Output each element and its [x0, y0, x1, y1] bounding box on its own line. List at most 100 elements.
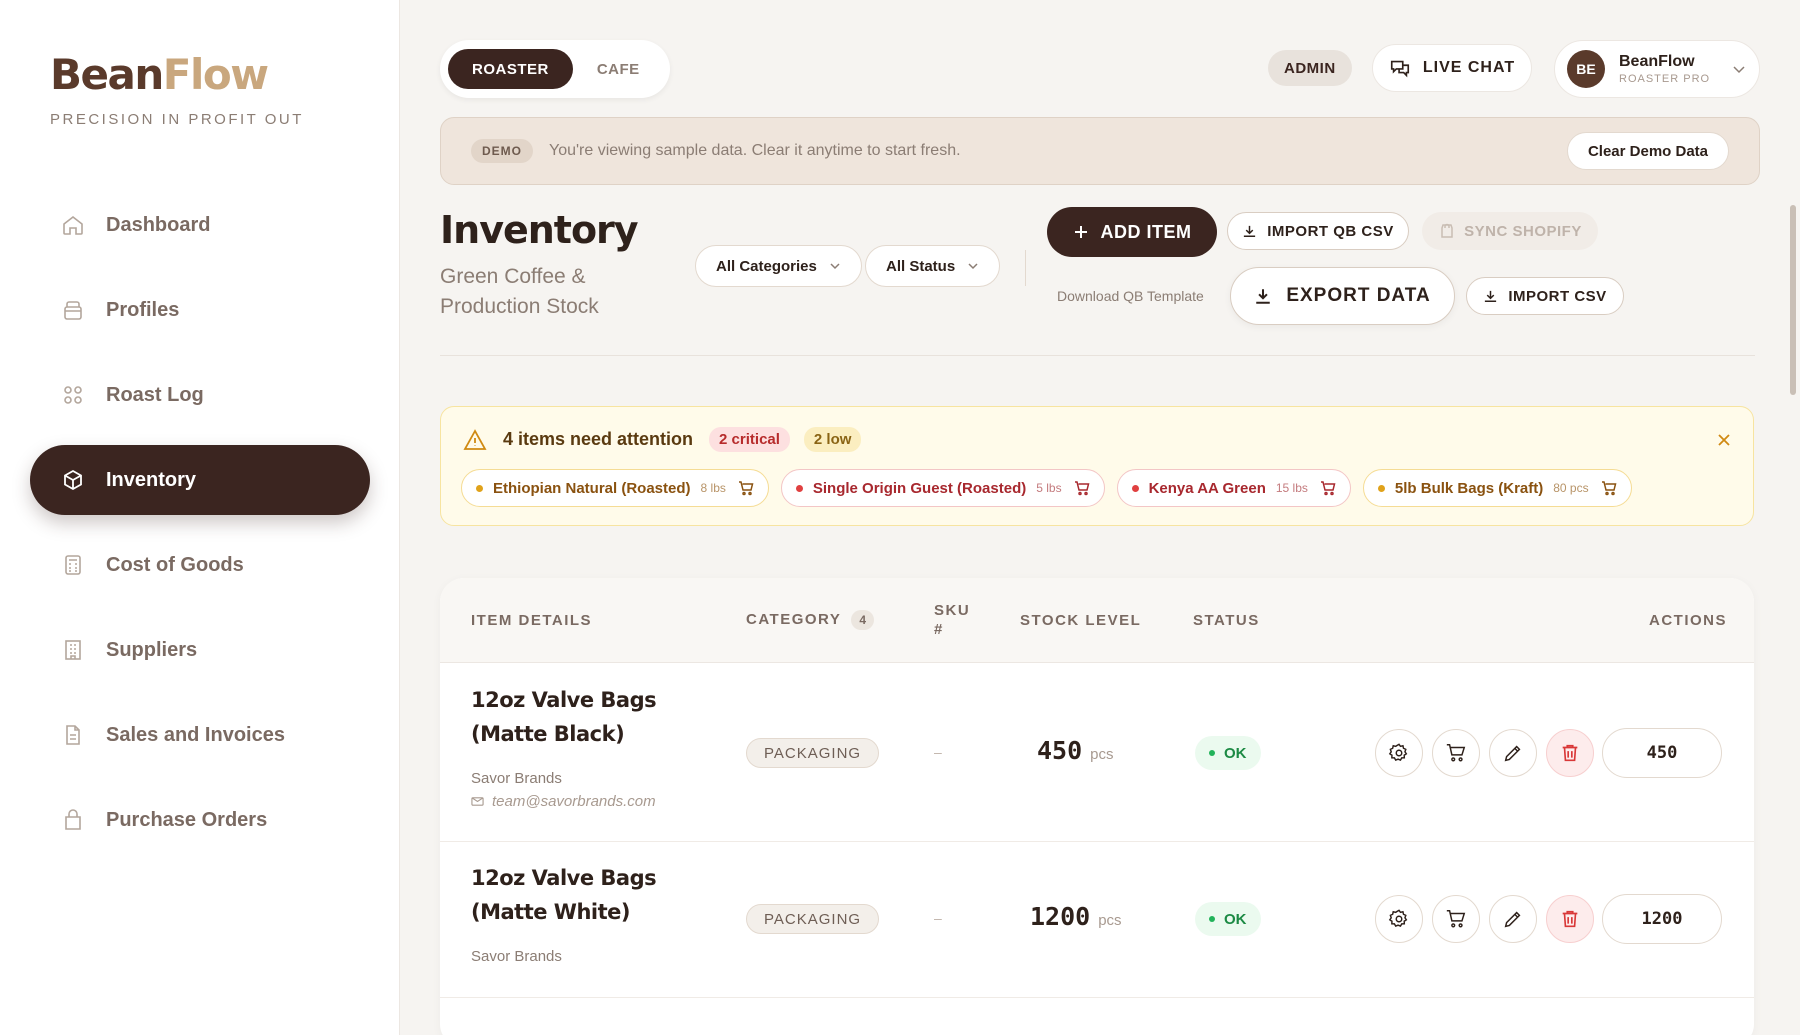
status-badge: OK — [1195, 736, 1261, 770]
cart-icon[interactable] — [1074, 480, 1090, 496]
alert-item[interactable]: 5lb Bulk Bags (Kraft) 80 pcs — [1362, 469, 1632, 507]
demo-banner: DEMO You're viewing sample data. Clear i… — [440, 117, 1760, 185]
brand-tagline: PRECISION IN PROFIT OUT — [50, 111, 304, 128]
divider — [1025, 250, 1026, 286]
header-category[interactable]: CATEGORY 4 — [746, 610, 875, 630]
status-filter-value: All Status — [886, 257, 956, 275]
header-sku[interactable]: SKU # — [934, 601, 974, 639]
sidebar-item-label: Sales and Invoices — [106, 723, 285, 746]
sidebar-item-profiles[interactable]: Profiles — [30, 275, 370, 345]
delete-button[interactable] — [1546, 895, 1594, 943]
cart-icon[interactable] — [1601, 480, 1617, 496]
stock-unit: pcs — [1090, 746, 1114, 763]
cart-icon[interactable] — [738, 480, 754, 496]
sidebar-item-sales-and-invoices[interactable]: Sales and Invoices — [30, 700, 370, 770]
reorder-button[interactable] — [1432, 729, 1480, 777]
alert-item[interactable]: Single Origin Guest (Roasted) 5 lbs — [780, 469, 1105, 507]
import-qb-csv-button[interactable]: IMPORT QB CSV — [1227, 212, 1409, 250]
user-name: BeanFlow — [1619, 53, 1695, 70]
add-item-label: ADD ITEM — [1100, 221, 1192, 242]
sidebar-item-inventory[interactable]: Inventory — [30, 445, 370, 515]
add-item-button[interactable]: ADD ITEM — [1047, 207, 1217, 257]
cart-icon — [1446, 910, 1466, 928]
mail-icon — [471, 797, 484, 806]
sidebar-item-suppliers[interactable]: Suppliers — [30, 615, 370, 685]
critical-count-badge: 2 critical — [709, 427, 790, 452]
alert-item-qty: 5 lbs — [1036, 481, 1062, 495]
delete-button[interactable] — [1546, 729, 1594, 777]
header-status[interactable]: STATUS — [1193, 612, 1260, 629]
demo-tag: DEMO — [471, 139, 533, 163]
mode-switch: ROASTER CAFE — [440, 40, 670, 98]
item-name[interactable]: 12oz Valve Bags (Matte Black) — [471, 683, 701, 751]
item-name[interactable]: 12oz Valve Bags (Matte White) — [471, 861, 701, 929]
quantity-input[interactable] — [1602, 728, 1722, 778]
status-filter[interactable]: All Status — [865, 245, 1001, 287]
cart-icon — [1446, 744, 1466, 762]
category-filter[interactable]: All Categories — [695, 245, 862, 287]
alert-item[interactable]: Ethiopian Natural (Roasted) 8 lbs — [461, 469, 769, 507]
stock-level: 1200 pcs — [1030, 902, 1122, 931]
table-row[interactable]: 12oz Valve Bags (Matte Black) Savor Bran… — [440, 664, 1754, 842]
sidebar-item-dashboard[interactable]: Dashboard — [30, 190, 370, 260]
header-category-label: CATEGORY — [746, 611, 842, 628]
mode-cafe-button[interactable]: CAFE — [573, 49, 664, 89]
sidebar-item-cost-of-goods[interactable]: Cost of Goods — [30, 530, 370, 600]
user-role: ROASTER PRO — [1619, 73, 1711, 85]
brand-logo[interactable]: BeanFlow — [50, 50, 269, 99]
item-vendor: Savor Brands — [471, 770, 562, 787]
chevron-down-icon — [968, 263, 978, 270]
alert-items: Ethiopian Natural (Roasted) 8 lbs Single… — [461, 469, 1644, 507]
alert-item-name: 5lb Bulk Bags (Kraft) — [1394, 479, 1544, 497]
export-data-button[interactable]: EXPORT DATA — [1230, 267, 1455, 325]
low-dot — [1377, 484, 1385, 492]
sidebar-item-purchase-orders[interactable]: Purchase Orders — [30, 785, 370, 855]
low-count-badge: 2 low — [803, 427, 862, 452]
category-badge: PACKAGING — [746, 904, 880, 934]
chevron-down-icon — [830, 263, 840, 270]
header-actions: ACTIONS — [1649, 612, 1727, 629]
item-email[interactable]: team@savorbrands.com — [471, 793, 656, 810]
pencil-icon — [1504, 911, 1521, 928]
plus-icon — [1074, 226, 1087, 238]
quantity-input[interactable] — [1602, 894, 1722, 944]
cart-icon[interactable] — [1320, 480, 1336, 496]
status-dot — [1209, 750, 1215, 756]
attention-alert: 4 items need attention 2 critical 2 low … — [440, 406, 1754, 526]
download-qb-template-link[interactable]: Download QB Template — [1057, 288, 1204, 304]
page-title: Inventory — [440, 208, 639, 252]
main-content: ROASTER CAFE ADMIN LIVE CHAT BE BeanFlow… — [440, 0, 1760, 1035]
import-csv-button[interactable]: IMPORT CSV — [1466, 277, 1624, 315]
settings-button[interactable] — [1375, 729, 1423, 777]
sync-shopify-button[interactable]: SYNC SHOPIFY — [1422, 212, 1598, 250]
alert-item-qty: 15 lbs — [1275, 481, 1308, 495]
alert-title: 4 items need attention — [503, 429, 694, 449]
sidebar: BeanFlow PRECISION IN PROFIT OUT Dashboa… — [0, 0, 400, 1035]
download-icon — [1256, 289, 1271, 304]
admin-badge[interactable]: ADMIN — [1268, 50, 1352, 86]
edit-button[interactable] — [1489, 729, 1537, 777]
header-stock-level[interactable]: STOCK LEVEL — [1020, 612, 1141, 629]
settings-button[interactable] — [1375, 895, 1423, 943]
stock-level: 450 pcs — [1037, 736, 1114, 765]
sidebar-item-label: Suppliers — [106, 638, 198, 661]
mode-roaster-button[interactable]: ROASTER — [448, 49, 573, 89]
clear-demo-data-button[interactable]: Clear Demo Data — [1566, 132, 1729, 170]
page-subtitle: Green Coffee & Production Stock — [440, 265, 599, 318]
table-row[interactable]: 12oz Valve Bags (Matte White) Savor Bran… — [440, 842, 1754, 998]
reorder-button[interactable] — [1432, 895, 1480, 943]
live-chat-button[interactable]: LIVE CHAT — [1372, 44, 1532, 92]
status-text: OK — [1224, 910, 1247, 928]
header-item-details[interactable]: ITEM DETAILS — [471, 612, 592, 629]
edit-button[interactable] — [1489, 895, 1537, 943]
close-icon[interactable] — [1715, 431, 1733, 449]
sku-value: – — [934, 910, 942, 926]
home-icon — [60, 212, 86, 238]
download-icon — [1244, 225, 1256, 237]
sidebar-item-roast-log[interactable]: Roast Log — [30, 360, 370, 430]
user-menu[interactable]: BE BeanFlow ROASTER PRO — [1554, 40, 1760, 98]
stock-number: 1200 — [1030, 902, 1091, 931]
alert-item[interactable]: Kenya AA Green 15 lbs — [1116, 469, 1351, 507]
sidebar-item-label: Inventory — [106, 468, 197, 491]
page-scrollbar[interactable] — [1790, 205, 1796, 395]
